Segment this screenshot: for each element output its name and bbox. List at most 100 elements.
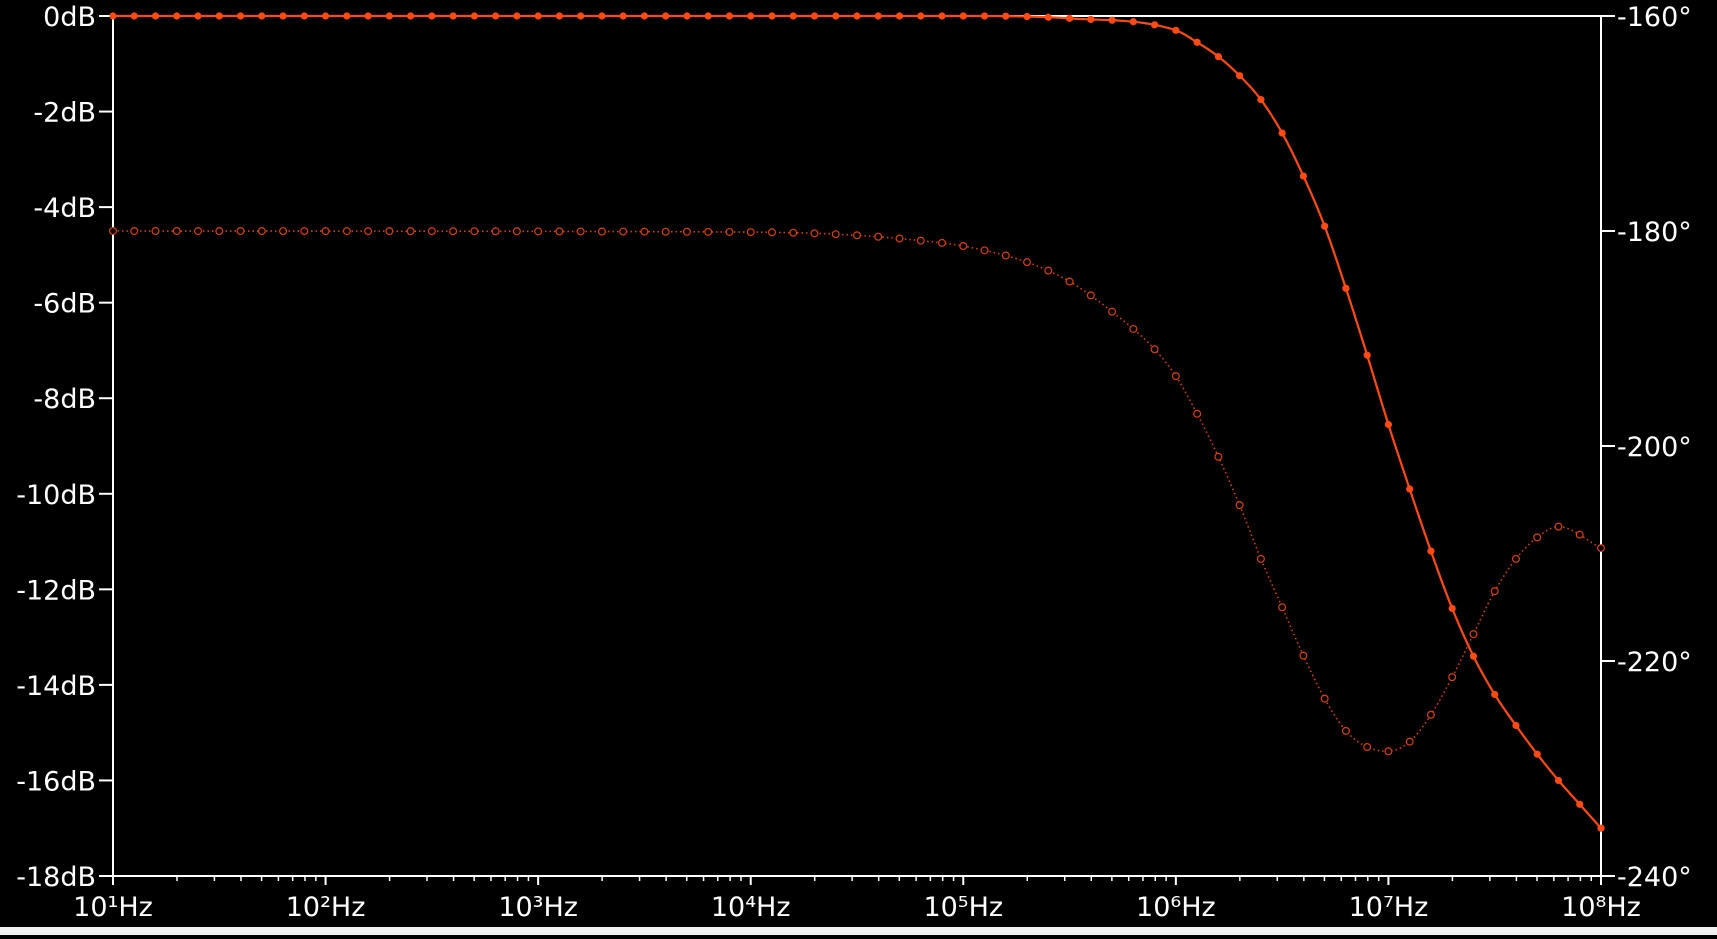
series-2-point bbox=[831, 230, 840, 239]
series-1-point bbox=[343, 12, 351, 20]
series-2-point bbox=[725, 227, 734, 236]
series-1-point bbox=[938, 12, 946, 20]
series-1-point bbox=[1236, 72, 1244, 80]
series-2-point bbox=[491, 227, 500, 236]
series-1-point bbox=[1044, 13, 1052, 21]
series-1-point bbox=[194, 12, 202, 20]
series-1-point bbox=[1427, 547, 1435, 555]
series-1-point bbox=[1597, 824, 1605, 832]
y-left-tick-label: -18dB bbox=[16, 862, 96, 893]
series-2-point bbox=[172, 227, 181, 236]
series-2-point bbox=[1405, 737, 1414, 746]
series-1-point bbox=[1299, 172, 1307, 180]
series-2-point bbox=[1596, 544, 1605, 553]
series-1-point bbox=[619, 12, 627, 20]
series-2-point bbox=[300, 227, 309, 236]
series-1-point bbox=[300, 12, 308, 20]
series-2-point bbox=[1469, 630, 1478, 639]
y-left-tick-label: -14dB bbox=[16, 671, 96, 702]
series-2-point bbox=[682, 227, 691, 236]
x-tick-label: 10⁴Hz bbox=[711, 892, 791, 923]
series-1-point bbox=[725, 12, 734, 20]
series-1-point bbox=[151, 12, 160, 20]
series-1-point bbox=[1129, 18, 1137, 26]
series-2-point bbox=[1171, 372, 1180, 381]
series-1-point bbox=[704, 12, 712, 20]
chart-svg: 10¹Hz 10²Hz 10³Hz 10⁴Hz 10⁵Hz 10⁶Hz 10⁷Hz 10⁸Hz… bbox=[16, 2, 1692, 923]
series-2-point bbox=[746, 228, 755, 237]
plot-frame bbox=[112, 15, 1602, 877]
y-left-tick-label: -10dB bbox=[16, 480, 96, 511]
series-1-point bbox=[832, 12, 840, 20]
series-1-point bbox=[810, 12, 819, 20]
series-2-point bbox=[1023, 258, 1032, 267]
series-1-point bbox=[236, 12, 245, 20]
series-2-point bbox=[597, 227, 606, 236]
series-2-point bbox=[1108, 307, 1117, 316]
x-tick-label: 10³Hz bbox=[498, 892, 578, 923]
series-1-point bbox=[1151, 21, 1159, 29]
x-tick-label: 10²Hz bbox=[286, 892, 366, 923]
series-1-point bbox=[449, 12, 457, 20]
bode-plot: 10¹Hz 10²Hz 10³Hz 10⁴Hz 10⁵Hz 10⁶Hz 10⁷Hz 10⁸Hz… bbox=[0, 0, 1717, 935]
series-2-point bbox=[321, 227, 330, 236]
series-2-point bbox=[1235, 501, 1244, 510]
x-tick-label: 10⁸Hz bbox=[1561, 892, 1641, 923]
series-2-point bbox=[215, 227, 224, 236]
series-1-point bbox=[768, 12, 776, 20]
series-1-point bbox=[1065, 14, 1074, 22]
series-1-point bbox=[853, 12, 861, 20]
series-2-point bbox=[1278, 603, 1287, 612]
series-1-point bbox=[492, 12, 500, 20]
plot-marks bbox=[108, 12, 1605, 832]
series-1-point bbox=[1384, 420, 1393, 429]
series-2-point bbox=[385, 227, 394, 236]
series-1-point bbox=[1533, 750, 1541, 758]
series-1-point bbox=[980, 12, 989, 20]
series-2-point bbox=[1044, 266, 1053, 275]
series-1-point bbox=[534, 12, 542, 20]
series-1-point bbox=[895, 12, 904, 20]
series-1-point bbox=[215, 12, 223, 20]
series-1-point bbox=[1342, 284, 1350, 292]
series-2-point bbox=[1363, 742, 1372, 751]
series-2-point bbox=[661, 227, 670, 236]
y-left-tick-label: -8dB bbox=[33, 384, 96, 415]
series-2-point bbox=[1384, 747, 1393, 756]
series-1-point bbox=[321, 12, 330, 20]
y-left-tick-label: -6dB bbox=[33, 289, 96, 320]
series-2-point bbox=[810, 229, 819, 238]
series-1-point bbox=[598, 12, 606, 20]
series-1-point bbox=[428, 12, 436, 20]
series-2-point bbox=[1511, 554, 1520, 563]
plot-labels: 10¹Hz 10²Hz 10³Hz 10⁴Hz 10⁵Hz 10⁶Hz 10⁷Hz 10⁸Hz… bbox=[16, 2, 1692, 923]
series-2-point bbox=[1448, 673, 1457, 682]
series-1-point bbox=[1321, 222, 1329, 230]
series-2-point bbox=[1320, 694, 1329, 703]
series-2-point bbox=[640, 227, 649, 236]
series-1-point bbox=[1108, 16, 1116, 24]
series-2-point bbox=[108, 227, 117, 236]
series-2-point bbox=[1193, 409, 1202, 418]
series-2-point bbox=[767, 228, 776, 237]
series-2-point bbox=[789, 228, 798, 237]
series-1-point bbox=[1469, 652, 1478, 660]
series-1-point bbox=[1576, 800, 1584, 808]
series-2-point bbox=[534, 227, 543, 236]
series-2-point bbox=[1575, 530, 1584, 539]
series-1-point bbox=[1512, 721, 1520, 730]
series-1-point bbox=[1214, 53, 1222, 61]
series-1-point bbox=[683, 12, 691, 20]
series-2-point bbox=[470, 227, 479, 236]
y-left-tick-label: 0dB bbox=[43, 2, 96, 33]
series-1-point bbox=[130, 12, 138, 20]
series-1-line bbox=[113, 14, 1602, 829]
series-2-point bbox=[959, 242, 968, 251]
series-2-point bbox=[194, 227, 203, 236]
bottom-strip bbox=[0, 927, 1717, 935]
y-left-tick-label: -16dB bbox=[16, 766, 96, 797]
series-1-point bbox=[1448, 604, 1456, 613]
y-left-tick-label: -4dB bbox=[33, 193, 96, 224]
series-1-point bbox=[1172, 26, 1180, 34]
series-1-point bbox=[364, 12, 372, 20]
